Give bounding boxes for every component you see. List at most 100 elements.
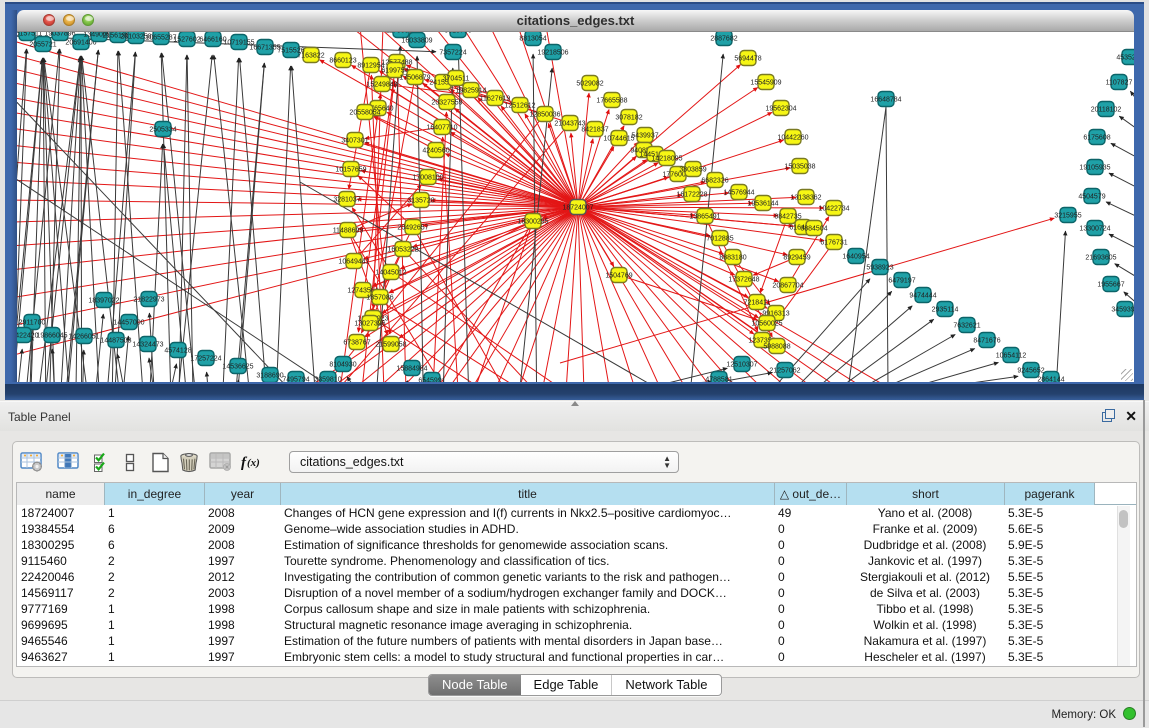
svg-text:16648784: 16648784 [870, 97, 901, 104]
svg-text:14457000: 14457000 [113, 320, 144, 327]
svg-text:13300724: 13300724 [1079, 226, 1110, 233]
svg-text:2935114: 2935114 [932, 307, 959, 314]
svg-text:8929459: 8929459 [783, 255, 810, 262]
svg-text:17506879: 17506879 [399, 75, 430, 82]
svg-text:15035038: 15035038 [784, 164, 815, 171]
svg-text:5988088: 5988088 [763, 344, 790, 351]
svg-text:3188690: 3188690 [256, 373, 283, 380]
svg-text:(x): (x) [247, 457, 260, 469]
svg-text:3281037: 3281037 [333, 197, 360, 204]
svg-text:5938923: 5938923 [866, 265, 893, 272]
svg-text:9245652: 9245652 [1017, 368, 1044, 375]
svg-text:7357224: 7357224 [439, 50, 466, 57]
svg-text:12510307: 12510307 [726, 362, 757, 369]
svg-text:19105935: 19105935 [1079, 165, 1110, 172]
svg-text:3407301: 3407301 [341, 138, 368, 145]
svg-text:17257224: 17257224 [190, 356, 221, 363]
svg-text:18724007: 18724007 [562, 205, 593, 212]
svg-text:14536625: 14536625 [222, 364, 253, 371]
svg-text:3704511: 3704511 [443, 76, 470, 83]
svg-text:10649441: 10649441 [338, 259, 369, 266]
svg-text:18300295: 18300295 [517, 219, 548, 226]
svg-text:5310796: 5310796 [444, 32, 471, 35]
svg-text:2887682: 2887682 [710, 36, 737, 43]
svg-text:19866045: 19866045 [36, 333, 67, 340]
svg-text:4535289: 4535289 [1116, 55, 1134, 62]
svg-text:10442260: 10442260 [777, 135, 808, 142]
svg-text:14324473: 14324473 [132, 342, 163, 349]
svg-text:1640954: 1640954 [842, 254, 869, 261]
svg-text:10560025: 10560025 [751, 321, 782, 328]
svg-text:10157659: 10157659 [335, 167, 366, 174]
svg-text:16422420: 16422420 [17, 333, 39, 340]
svg-text:2864144: 2864144 [1037, 377, 1064, 383]
svg-text:13138362: 13138362 [790, 195, 821, 202]
svg-text:20118102: 20118102 [1091, 107, 1122, 114]
svg-text:13865491: 13865491 [689, 214, 720, 221]
svg-text:6479197: 6479197 [888, 278, 915, 285]
svg-text:4788581: 4788581 [705, 377, 732, 383]
svg-text:1857086: 1857086 [366, 295, 393, 302]
svg-text:20492657: 20492657 [397, 225, 428, 232]
svg-text:12512612: 12512612 [504, 103, 535, 110]
svg-text:1504769: 1504769 [605, 273, 632, 280]
svg-text:7632621: 7632621 [953, 323, 980, 330]
svg-text:2055721: 2055721 [29, 42, 56, 49]
svg-text:7495794: 7495794 [282, 377, 309, 383]
svg-text:6199754: 6199754 [381, 68, 408, 75]
svg-text:6175608: 6175608 [1083, 135, 1110, 142]
svg-text:15545909: 15545909 [750, 80, 781, 87]
svg-text:20327559: 20327559 [431, 100, 462, 107]
svg-text:17372648: 17372648 [728, 277, 759, 284]
svg-text:9474444: 9474444 [909, 293, 936, 300]
svg-text:19536144: 19536144 [747, 201, 778, 208]
svg-text:1527602: 1527602 [173, 37, 200, 44]
svg-text:15884984: 15884984 [396, 366, 427, 373]
svg-text:16671355: 16671355 [249, 45, 280, 52]
svg-text:21822973: 21822973 [133, 297, 164, 304]
svg-text:3884504: 3884504 [800, 226, 827, 233]
svg-text:18397022: 18397022 [88, 298, 119, 305]
svg-text:8104930: 8104930 [329, 362, 356, 369]
svg-text:8471676: 8471676 [973, 338, 1000, 345]
svg-text:21693605: 21693605 [1085, 255, 1116, 262]
svg-text:3459399: 3459399 [1111, 307, 1134, 314]
svg-text:7218411: 7218411 [744, 300, 771, 307]
svg-text:14218095: 14218095 [651, 156, 682, 163]
svg-text:19218506: 19218506 [537, 50, 568, 57]
svg-text:2505334: 2505334 [149, 127, 176, 134]
svg-text:17008100: 17008100 [412, 175, 443, 182]
svg-text:15249848: 15249848 [366, 82, 397, 89]
svg-text:4240560: 4240560 [422, 148, 449, 155]
svg-text:19562304: 19562304 [765, 106, 796, 113]
svg-text:6682326: 6682326 [701, 178, 728, 185]
svg-text:5439937: 5439937 [631, 133, 658, 140]
svg-text:16172228: 16172228 [676, 192, 707, 199]
svg-text:12850036: 12850036 [529, 112, 560, 119]
svg-text:1955667: 1955667 [1097, 282, 1124, 289]
svg-text:4504579: 4504579 [1078, 194, 1105, 201]
svg-text:21257062: 21257062 [769, 368, 800, 375]
svg-text:2911700: 2911700 [19, 320, 46, 327]
svg-text:3078182: 3078182 [615, 115, 642, 122]
svg-text:10654112: 10654112 [996, 353, 1027, 360]
svg-text:1107827: 1107827 [1106, 80, 1133, 87]
svg-text:19825914: 19825914 [455, 88, 486, 95]
svg-text:14487508: 14487508 [100, 338, 131, 345]
svg-text:8883180: 8883180 [719, 255, 746, 262]
svg-text:7012885: 7012885 [706, 236, 733, 243]
svg-text:5694478: 5694478 [734, 56, 761, 63]
svg-text:7515526: 7515526 [277, 48, 304, 55]
svg-text:16033809: 16033809 [401, 38, 432, 45]
svg-text:5029082: 5029082 [576, 81, 603, 88]
svg-text:10744615: 10744615 [603, 136, 634, 143]
svg-text:6738767: 6738767 [343, 340, 370, 347]
svg-text:14045012: 14045012 [375, 270, 406, 277]
svg-text:3215955: 3215955 [1054, 213, 1081, 220]
svg-text:3135728: 3135728 [407, 198, 434, 205]
svg-text:8421837: 8421837 [581, 127, 608, 134]
svg-text:20867704: 20867704 [772, 283, 803, 290]
svg-text:14576944: 14576944 [723, 190, 754, 197]
svg-text:10655287: 10655287 [145, 35, 176, 42]
svg-text:20558054: 20558054 [349, 110, 380, 117]
